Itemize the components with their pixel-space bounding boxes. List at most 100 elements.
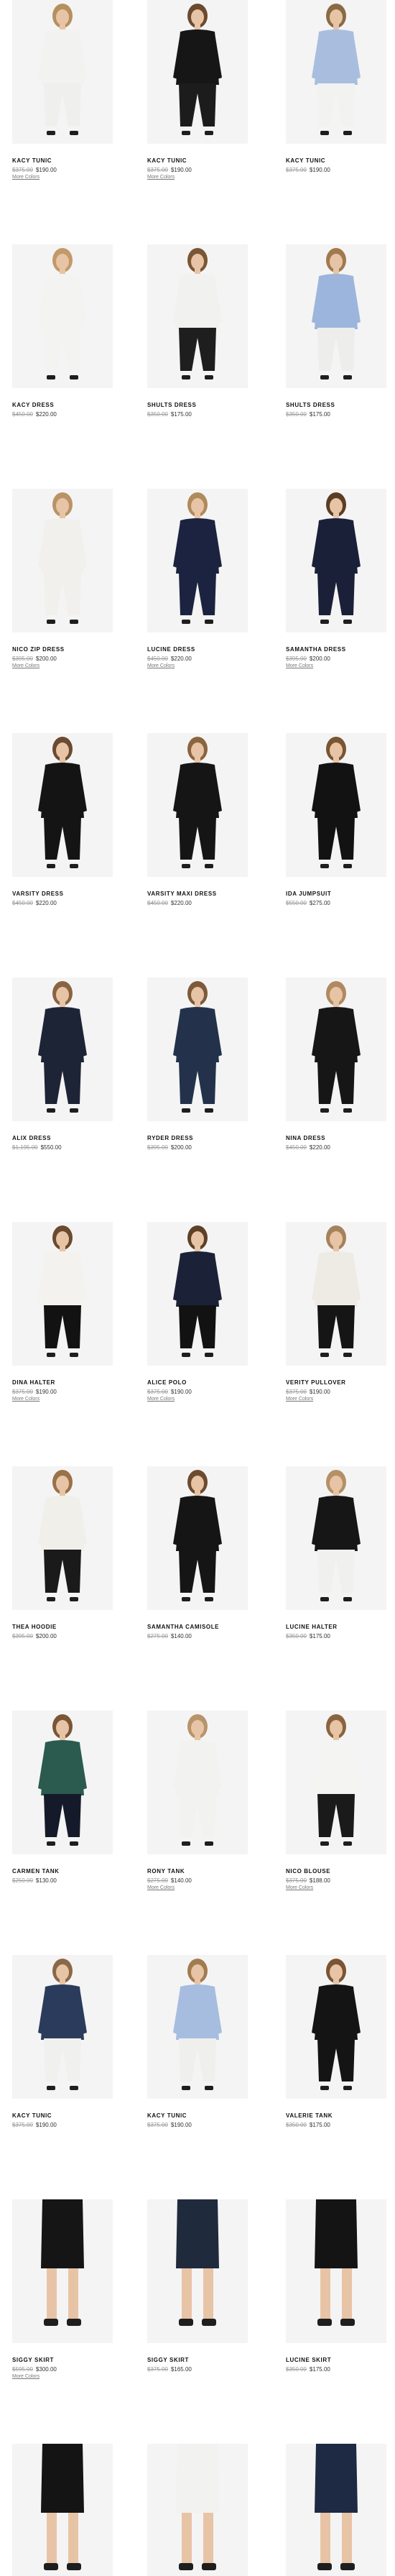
more-colors-link[interactable]: More Colors <box>147 1397 175 1402</box>
product-name[interactable]: VERITY PULLOVER <box>286 1379 386 1386</box>
product-image[interactable] <box>147 0 248 144</box>
product-name[interactable]: SHULTS DRESS <box>286 402 386 408</box>
product-image[interactable] <box>147 1222 248 1366</box>
product-image[interactable] <box>12 733 113 877</box>
product-card[interactable]: NICO BLOUSE $375.00 $188.00 More Colors <box>286 1711 386 1955</box>
product-card[interactable]: SAMANTHA DRESS $395.00 $200.00 More Colors <box>286 489 386 733</box>
product-image[interactable] <box>286 244 386 388</box>
product-image[interactable] <box>286 0 386 144</box>
product-image[interactable] <box>12 244 113 388</box>
product-card[interactable]: SHULTS DRESS $350.00 $175.00 <box>286 244 386 489</box>
more-colors-link[interactable]: More Colors <box>12 2374 40 2379</box>
product-name[interactable]: SIGGY SKIRT <box>147 2357 248 2363</box>
product-name[interactable]: SIGGY SKIRT <box>12 2357 113 2363</box>
product-name[interactable]: KACY TUNIC <box>147 2112 248 2119</box>
product-image[interactable] <box>286 489 386 632</box>
product-name[interactable]: KACY TUNIC <box>147 157 248 164</box>
more-colors-link[interactable]: More Colors <box>286 1397 313 1402</box>
product-name[interactable]: RYDER DRESS <box>147 1135 248 1141</box>
product-name[interactable]: THEA HOODIE <box>12 1624 113 1630</box>
more-colors-link[interactable]: More Colors <box>147 175 175 180</box>
product-name[interactable]: VARSITY DRESS <box>12 891 113 897</box>
product-image[interactable] <box>12 1711 113 1854</box>
product-image[interactable] <box>147 2444 248 2576</box>
more-colors-link[interactable]: More Colors <box>286 1885 313 1890</box>
product-image[interactable] <box>12 1466 113 1610</box>
product-image[interactable] <box>286 1711 386 1854</box>
product-image[interactable] <box>12 978 113 1121</box>
product-card[interactable]: BRANSON SHORT$295.00$150.00 <box>286 2444 386 2576</box>
product-name[interactable]: VALERIE TANK <box>286 2112 386 2119</box>
product-name[interactable]: SHULTS DRESS <box>147 402 248 408</box>
product-image[interactable] <box>286 1222 386 1366</box>
product-image[interactable] <box>147 1955 248 2099</box>
product-card[interactable]: ALIX DRESS $1,195.00 $550.00 <box>12 978 113 1222</box>
product-card[interactable]: SAMANTHA CAMISOLE $275.00 $140.00 <box>147 1466 248 1711</box>
product-name[interactable]: SAMANTHA DRESS <box>286 646 386 653</box>
more-colors-link[interactable]: More Colors <box>147 663 175 668</box>
product-name[interactable]: CARMEN TANK <box>12 1868 113 1874</box>
product-card[interactable]: VARSITY MAXI DRESS $450.00 $220.00 <box>147 733 248 978</box>
product-image[interactable] <box>12 2444 113 2576</box>
product-card[interactable]: DINA HALTER $375.00 $190.00 More Colors <box>12 1222 113 1466</box>
product-name[interactable]: LUCINE HALTER <box>286 1624 386 1630</box>
product-image[interactable] <box>286 1466 386 1610</box>
product-image[interactable] <box>147 978 248 1121</box>
product-image[interactable] <box>12 1222 113 1366</box>
product-card[interactable]: RONY TANK $275.00 $140.00 More Colors <box>147 1711 248 1955</box>
product-image[interactable] <box>286 2199 386 2343</box>
product-card[interactable]: SIGGY SKIRT $375.00 $165.00 <box>147 2199 248 2444</box>
product-image[interactable] <box>286 978 386 1121</box>
product-card[interactable]: KACY TUNIC $375.00 $190.00 <box>147 1955 248 2199</box>
product-name[interactable]: DINA HALTER <box>12 1379 113 1386</box>
product-card[interactable]: KACY TUNIC $375.00 $190.00 More Colors <box>147 0 248 244</box>
product-name[interactable]: KACY DRESS <box>12 402 113 408</box>
product-card[interactable]: KACY TUNIC $375.00 $190.00 More Colors <box>12 0 113 244</box>
product-image[interactable] <box>147 2199 248 2343</box>
product-card[interactable]: CARMEN TANK $250.00 $130.00 <box>12 1711 113 1955</box>
product-card[interactable]: VALERIE TANK $350.00 $175.00 <box>286 1955 386 2199</box>
product-image[interactable] <box>286 2444 386 2576</box>
product-card[interactable]: KACY TUNIC $375.00 $190.00 <box>286 0 386 244</box>
product-card[interactable]: LUCINE SKIRT $350.00 $175.00 <box>286 2199 386 2444</box>
product-image[interactable] <box>286 1955 386 2099</box>
product-card[interactable]: BRANSON SHORT$295.00$150.00 <box>147 2444 248 2576</box>
product-card[interactable]: ALICE POLO $375.00 $190.00 More Colors <box>147 1222 248 1466</box>
product-card[interactable]: VARSITY DRESS $450.00 $220.00 <box>12 733 113 978</box>
more-colors-link[interactable]: More Colors <box>286 663 313 668</box>
product-card[interactable]: KACY DRESS $450.00 $220.00 <box>12 244 113 489</box>
product-card[interactable]: KACY TUNIC $375.00 $190.00 <box>12 1955 113 2199</box>
product-card[interactable]: CORA SHORT$295.00$150.00 <box>12 2444 113 2576</box>
product-image[interactable] <box>12 1955 113 2099</box>
product-name[interactable]: NICO BLOUSE <box>286 1868 386 1874</box>
product-name[interactable]: NICO ZIP DRESS <box>12 646 113 653</box>
product-image[interactable] <box>12 0 113 144</box>
product-card[interactable]: THEA HOODIE $395.00 $200.00 <box>12 1466 113 1711</box>
product-name[interactable]: KACY TUNIC <box>286 157 386 164</box>
product-card[interactable]: LUCINE HALTER $350.00 $175.00 <box>286 1466 386 1711</box>
product-name[interactable]: RONY TANK <box>147 1868 248 1874</box>
product-name[interactable]: SAMANTHA CAMISOLE <box>147 1624 248 1630</box>
product-name[interactable]: KACY TUNIC <box>12 2112 113 2119</box>
product-image[interactable] <box>147 733 248 877</box>
product-image[interactable] <box>147 1711 248 1854</box>
product-card[interactable]: NICO ZIP DRESS $395.00 $200.00 More Colors <box>12 489 113 733</box>
more-colors-link[interactable]: More Colors <box>12 663 40 668</box>
more-colors-link[interactable]: More Colors <box>12 175 40 180</box>
product-card[interactable]: NINA DRESS $450.00 $220.00 <box>286 978 386 1222</box>
product-card[interactable]: VERITY PULLOVER $375.00 $190.00 More Colors <box>286 1222 386 1466</box>
product-name[interactable]: ALIX DRESS <box>12 1135 113 1141</box>
product-image[interactable] <box>12 2199 113 2343</box>
product-image[interactable] <box>286 733 386 877</box>
product-name[interactable]: VARSITY MAXI DRESS <box>147 891 248 897</box>
product-name[interactable]: KACY TUNIC <box>12 157 113 164</box>
more-colors-link[interactable]: More Colors <box>12 1397 40 1402</box>
product-image[interactable] <box>12 489 113 632</box>
product-card[interactable]: IDA JUMPSUIT $550.00 $275.00 <box>286 733 386 978</box>
product-name[interactable]: LUCINE SKIRT <box>286 2357 386 2363</box>
product-card[interactable]: LUCINE DRESS $450.00 $220.00 More Colors <box>147 489 248 733</box>
product-image[interactable] <box>147 489 248 632</box>
product-card[interactable]: RYDER DRESS $395.00 $200.00 <box>147 978 248 1222</box>
product-image[interactable] <box>147 1466 248 1610</box>
product-card[interactable]: SIGGY SKIRT $595.00 $300.00 More Colors <box>12 2199 113 2444</box>
